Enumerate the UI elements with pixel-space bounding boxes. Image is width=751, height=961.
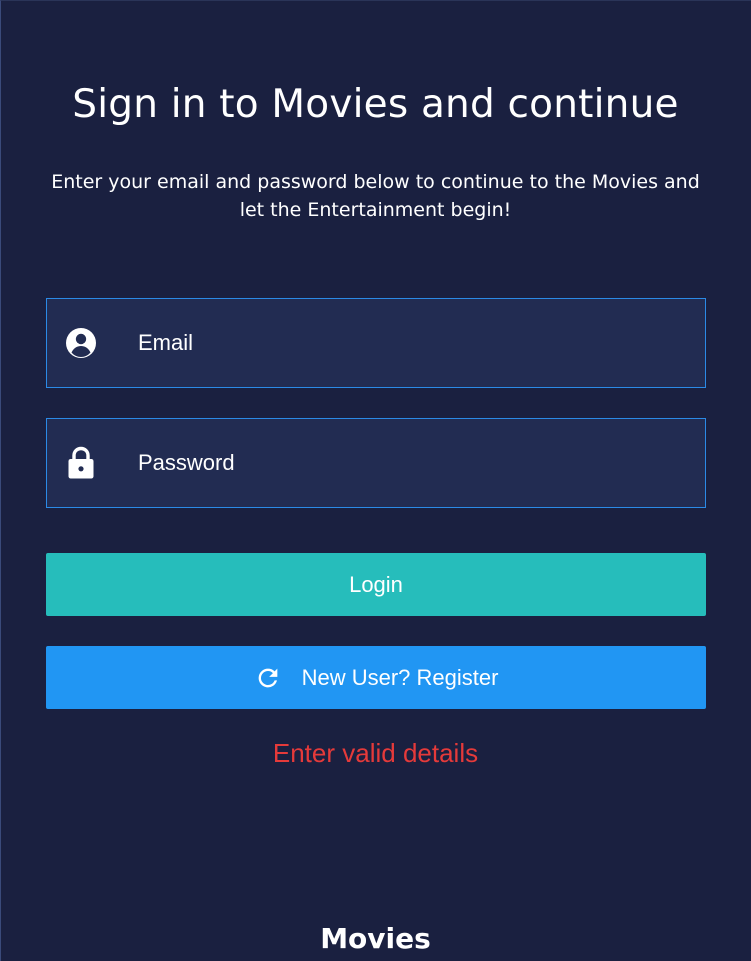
- register-button-label: New User? Register: [301, 664, 499, 690]
- password-field[interactable]: [46, 418, 706, 508]
- page-subtitle: Enter your email and password below to c…: [51, 171, 700, 221]
- error-message: Enter valid details: [272, 738, 479, 768]
- login-button[interactable]: Login: [46, 553, 706, 616]
- lock-icon: [64, 446, 98, 480]
- email-field[interactable]: [46, 298, 706, 388]
- account-circle-icon: [64, 326, 98, 360]
- page-title: Sign in to Movies and continue: [72, 82, 679, 127]
- register-button[interactable]: New User? Register: [46, 646, 706, 709]
- email-input[interactable]: [138, 323, 678, 363]
- password-input[interactable]: [138, 443, 678, 483]
- login-button-label: Login: [349, 571, 403, 597]
- footer-brand: Movies: [320, 922, 431, 955]
- refresh-icon: [254, 664, 282, 692]
